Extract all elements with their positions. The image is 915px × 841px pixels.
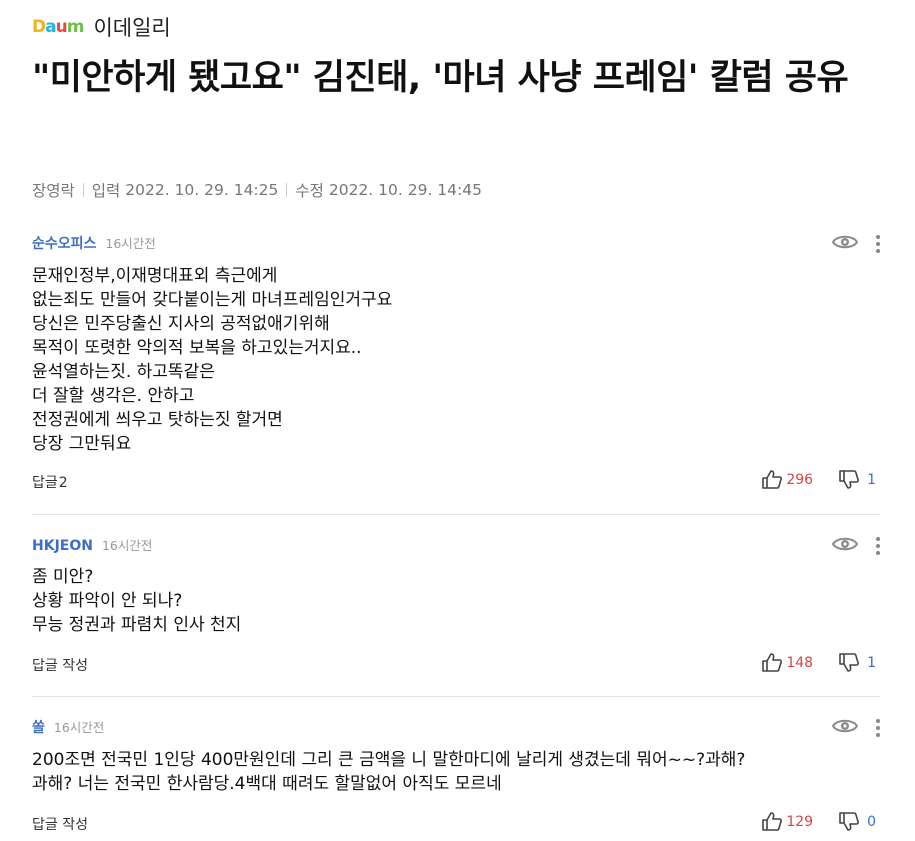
comment-item: HKJEON 16시간전 좀 미안? 상황 파악이 안 되나? 무능 정권과 파… (32, 535, 880, 674)
dislike-count: 1 (867, 654, 876, 671)
eye-icon[interactable] (831, 535, 859, 557)
comment-footer: 답글 작성 129 0 (32, 812, 880, 834)
reply-count: 2 (58, 475, 68, 491)
comment-divider (32, 696, 880, 697)
eye-icon[interactable] (831, 233, 859, 255)
dislike-count: 0 (867, 813, 876, 830)
thumbs-down-icon (839, 653, 860, 672)
more-options-icon[interactable] (876, 235, 880, 253)
press-name[interactable]: 이데일리 (93, 12, 170, 42)
comment-body: 200조면 전국민 1인당 400만원인데 그리 큰 금액을 니 말한마디에 날… (32, 750, 746, 794)
more-options-icon[interactable] (876, 537, 880, 555)
reply-button[interactable]: 답글2 (32, 472, 68, 492)
article-meta: 장영락 입력 2022. 10. 29. 14:25 수정 2022. 10. … (32, 179, 482, 201)
dislike-button[interactable]: 0 (839, 812, 876, 831)
thumbs-up-icon (762, 812, 783, 831)
eye-icon[interactable] (831, 717, 859, 739)
comment-footer: 답글 작성 148 1 (32, 653, 880, 675)
reply-button[interactable]: 답글 작성 (32, 814, 88, 834)
like-count: 296 (786, 471, 814, 488)
comment-footer: 답글2 296 1 (32, 470, 880, 492)
thumbs-up-icon (762, 470, 783, 489)
daum-logo[interactable]: Daum (32, 17, 84, 37)
dislike-button[interactable]: 1 (839, 470, 876, 489)
meta-divider (286, 183, 288, 197)
input-time: 2022. 10. 29. 14:25 (125, 181, 279, 199)
dislike-count: 1 (867, 471, 876, 488)
comment-author[interactable]: HKJEON (32, 538, 93, 554)
site-header: Daum 이데일리 (32, 12, 171, 42)
like-button[interactable]: 296 (762, 470, 839, 489)
like-count: 129 (786, 813, 814, 830)
edit-label: 수정 (295, 182, 324, 200)
comment-time: 16시간전 (105, 236, 156, 251)
comment-body: 문재인정부,이재명대표외 측근에게 없는죄도 만들어 갖다붙이는게 마녀프레임인… (32, 266, 393, 454)
comment-author[interactable]: 순수오피스 (32, 233, 96, 253)
comment-item: 순수오피스 16시간전 문재인정부,이재명대표외 측근에게 없는죄도 만들어 갖… (32, 233, 880, 491)
edit-time: 2022. 10. 29. 14:45 (328, 181, 482, 199)
comment-time: 16시간전 (53, 720, 105, 735)
comment-divider (32, 514, 880, 515)
comment-time: 16시간전 (101, 538, 153, 553)
like-button[interactable]: 148 (762, 653, 839, 672)
comment-body: 좀 미안? 상황 파악이 안 되나? 무능 정권과 파렴치 인사 천지 (32, 567, 242, 635)
article-title: "미안하게 됐고요" 김진태, '마녀 사냥 프레임' 칼럼 공유 (32, 58, 849, 98)
thumbs-down-icon (839, 812, 860, 831)
input-label: 입력 (91, 182, 121, 200)
thumbs-down-icon (839, 470, 860, 489)
reply-button[interactable]: 답글 작성 (32, 655, 88, 675)
dislike-button[interactable]: 1 (839, 653, 876, 672)
meta-divider (82, 183, 84, 197)
more-options-icon[interactable] (876, 719, 880, 737)
reporter-name[interactable]: 장영락 (32, 179, 75, 201)
comment-author[interactable]: 쏠 (32, 717, 45, 737)
like-count: 148 (786, 654, 814, 671)
like-button[interactable]: 129 (762, 812, 839, 831)
comment-item: 쏠 16시간전 200조면 전국민 1인당 400만원인데 그리 큰 금액을 니… (32, 717, 880, 833)
thumbs-up-icon (762, 653, 783, 672)
reply-label: 답글 (32, 475, 58, 491)
